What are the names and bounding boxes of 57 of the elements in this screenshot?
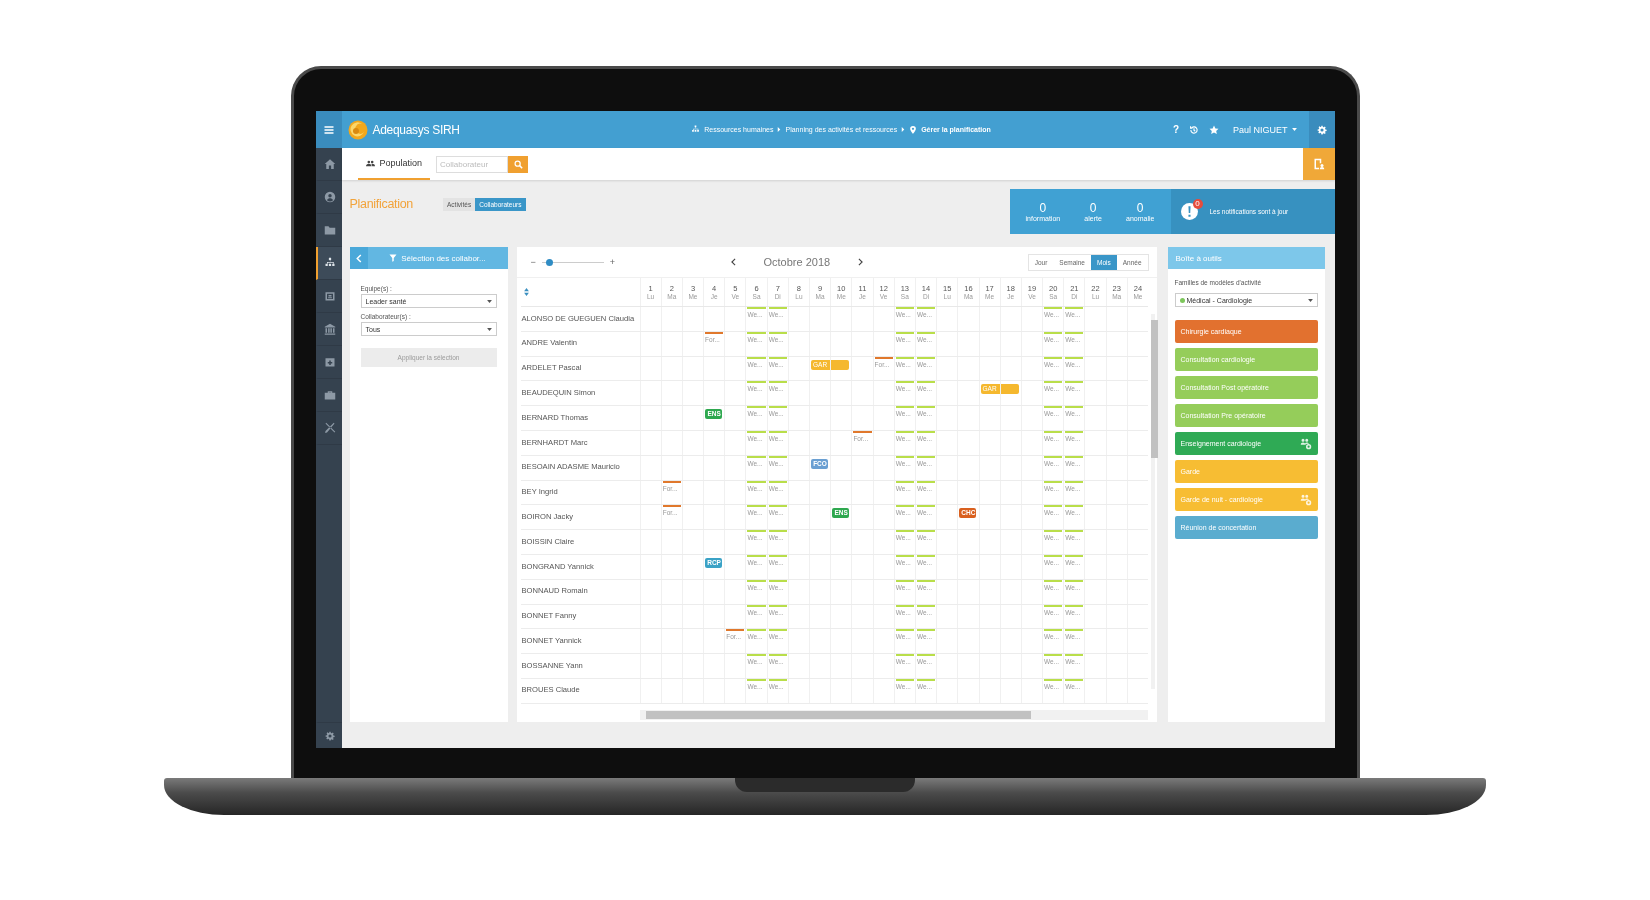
org-chart-icon: [691, 125, 701, 134]
panel-title: Sélection des collabor...: [401, 253, 486, 263]
horizontal-scrollbar[interactable]: [639, 709, 1148, 720]
vertical-scrollbar[interactable]: [1151, 314, 1155, 689]
star-icon[interactable]: [1209, 124, 1219, 135]
caret-icon: [486, 299, 492, 303]
previous-month-icon[interactable]: [730, 258, 736, 266]
scrollbar-thumb[interactable]: [645, 710, 1031, 719]
sidebar-item[interactable]: [315, 247, 342, 280]
app-name: Adequasys SIRH: [372, 122, 460, 137]
folder-icon: [323, 224, 336, 236]
stat-value: 0: [1089, 201, 1097, 215]
notification-count: 0: [1192, 199, 1203, 209]
caret-icon: [1291, 128, 1297, 131]
user-icon: [323, 191, 336, 203]
page-title: Planification: [349, 197, 413, 211]
settings-icon: [324, 730, 335, 741]
zoom-out-button[interactable]: −: [530, 257, 536, 267]
zoom-in-button[interactable]: +: [609, 257, 616, 267]
briefcase-icon: [323, 389, 336, 401]
menu-button[interactable]: [315, 111, 342, 148]
org-chart-icon: [323, 257, 336, 269]
people-gear-icon: [1299, 437, 1312, 450]
population-tab[interactable]: Population: [357, 148, 431, 180]
panel-title: Boîte à outils: [1175, 253, 1222, 263]
settings-icon: [1316, 124, 1327, 135]
logo-icon: [347, 119, 368, 140]
help-button[interactable]: ?: [1172, 124, 1179, 135]
scrollbar-thumb[interactable]: [1151, 320, 1158, 458]
stat-value: 0: [1039, 201, 1047, 215]
menu-icon: [322, 123, 335, 136]
caret-icon: [486, 327, 492, 331]
next-month-icon[interactable]: [858, 258, 864, 266]
caret-icon: [1307, 298, 1313, 302]
document-icon: [1312, 158, 1325, 170]
id-card-icon: [323, 290, 336, 302]
separator-icon: [777, 127, 782, 132]
history-icon[interactable]: [1189, 124, 1199, 135]
search-field[interactable]: Collaborateur: [436, 155, 509, 173]
alert-icon: [1180, 203, 1198, 220]
tools-icon: [323, 422, 336, 434]
medkit-icon: [323, 356, 336, 368]
slider-thumb[interactable]: [546, 258, 554, 266]
settings-button[interactable]: [1308, 111, 1335, 148]
users-icon: [365, 158, 375, 168]
people-gear-icon: [1299, 493, 1312, 506]
month-title: Octobre 2018: [763, 256, 831, 268]
home-icon: [323, 158, 336, 170]
filter-icon: [389, 254, 398, 262]
building-icon: [323, 323, 336, 335]
stat-value: 0: [1136, 201, 1144, 215]
pin-icon: [909, 125, 918, 134]
separator-icon: [901, 127, 906, 132]
chevron-left-icon: [355, 253, 362, 263]
search-icon: [513, 159, 523, 169]
sort-icon[interactable]: [523, 288, 529, 296]
user-menu[interactable]: Paul NIGUET: [1233, 124, 1288, 135]
